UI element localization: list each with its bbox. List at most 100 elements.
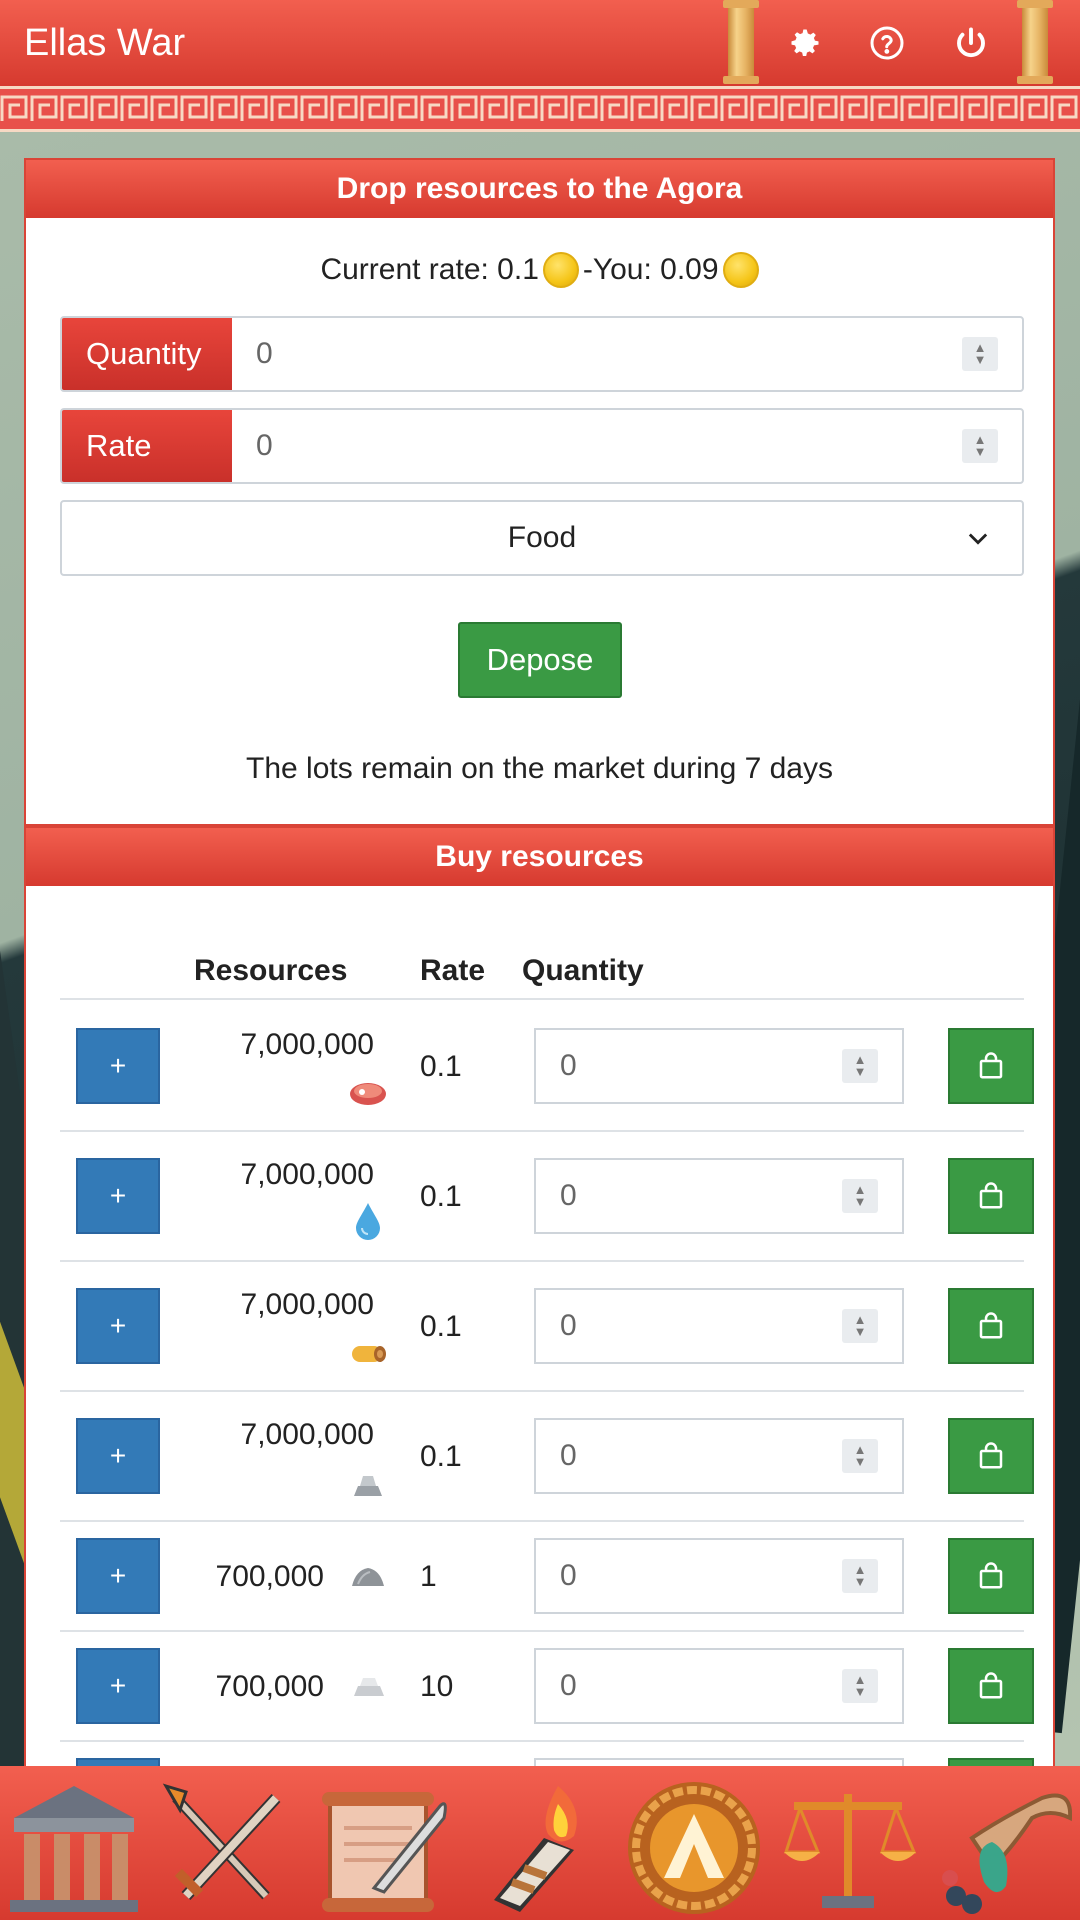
chevron-down-icon	[968, 533, 988, 545]
buy-button[interactable]	[948, 1538, 1034, 1614]
quantity-value: 0	[560, 1309, 577, 1342]
column-header-resources: Resources	[194, 954, 348, 987]
current-rate: Current rate: 0.1 -You: 0.09	[26, 252, 1053, 288]
swords-icon[interactable]	[156, 1778, 296, 1918]
coin-icon	[542, 252, 579, 288]
quantity-stepper[interactable]: ▲ ▼	[842, 1439, 878, 1473]
top-bar: Ellas War	[0, 0, 1080, 86]
column-header-quantity: Quantity	[522, 954, 644, 987]
quantity-input[interactable]: 0 ▲ ▼	[534, 1158, 904, 1234]
rate-value: 1	[420, 1560, 437, 1593]
add-button[interactable]: +	[76, 1158, 160, 1234]
table-row: + 7,000,000 0.1 0 ▲ ▼	[60, 1132, 1034, 1262]
wood-icon	[352, 1346, 386, 1362]
cornucopia-icon[interactable]	[932, 1778, 1072, 1918]
rate-value: 0.1	[420, 1050, 462, 1083]
shopping-bag-icon	[979, 1672, 1003, 1699]
water-icon	[356, 1203, 380, 1240]
shopping-bag-icon	[979, 1442, 1003, 1469]
buy-button[interactable]	[948, 1418, 1034, 1494]
silver-icon	[354, 1678, 384, 1696]
buy-button[interactable]	[948, 1158, 1034, 1234]
quantity-stepper[interactable]: ▲ ▼	[842, 1179, 878, 1213]
table-row: + 7,000,000 0.1 0 ▲ ▼	[60, 1262, 1034, 1392]
rate-value: 0.1	[420, 1440, 462, 1473]
panel-title: Buy resources	[26, 828, 1053, 886]
quantity-input[interactable]: 0 ▲ ▼	[534, 1288, 904, 1364]
depose-button[interactable]: Depose	[458, 622, 622, 698]
quantity-label: Quantity	[62, 318, 232, 390]
rate-input[interactable]: 0	[232, 410, 962, 482]
quantity-value: 0	[560, 1559, 577, 1592]
your-rate-text: -You: 0.09	[582, 253, 719, 286]
resource-select[interactable]: Food	[60, 500, 1024, 576]
market-notice: The lots remain on the market during 7 d…	[246, 752, 833, 785]
shield-icon[interactable]	[624, 1778, 764, 1918]
coin-icon	[722, 252, 759, 288]
quantity-input[interactable]: 0 ▲ ▼	[534, 1538, 904, 1614]
column-icon	[1017, 0, 1053, 84]
resource-amount: 7,000,000	[240, 1418, 374, 1451]
shopping-bag-icon	[979, 1182, 1003, 1209]
drop-resources-panel: Drop resources to the Agora Current rate…	[24, 158, 1055, 826]
quantity-input[interactable]: 0	[232, 318, 962, 390]
help-icon[interactable]	[866, 22, 908, 64]
table-row: + 7,000,000 0.1 0 ▲ ▼	[60, 1002, 1034, 1132]
quantity-value: 0	[560, 1439, 577, 1472]
rate-field[interactable]: Rate 0 ▲ ▼	[60, 408, 1024, 484]
rate-label: Rate	[62, 410, 232, 482]
quantity-stepper[interactable]: ▲ ▼	[842, 1669, 878, 1703]
resource-select-value: Food	[507, 521, 577, 554]
rate-stepper[interactable]: ▲ ▼	[962, 429, 998, 463]
panel-title: Drop resources to the Agora	[26, 160, 1053, 218]
buy-resources-panel: Buy resources Resources Rate Quantity + …	[24, 826, 1055, 1826]
scales-icon[interactable]	[778, 1778, 918, 1918]
quantity-value: 0	[560, 1179, 577, 1212]
buy-button[interactable]	[948, 1648, 1034, 1724]
rate-value: 10	[420, 1670, 454, 1703]
resource-amount: 700,000	[215, 1670, 324, 1703]
quantity-stepper[interactable]: ▲ ▼	[962, 337, 998, 371]
table-row: + 700,000 1 0 ▲ ▼	[60, 1522, 1034, 1632]
app-title: Ellas War	[24, 21, 186, 64]
rate-value: 0.1	[420, 1180, 462, 1213]
add-button[interactable]: +	[76, 1028, 160, 1104]
resource-amount: 7,000,000	[240, 1028, 374, 1061]
buy-button[interactable]	[948, 1028, 1034, 1104]
rate-value: 0.1	[420, 1310, 462, 1343]
quantity-stepper[interactable]: ▲ ▼	[842, 1309, 878, 1343]
shopping-bag-icon	[979, 1562, 1003, 1589]
gear-icon[interactable]	[784, 22, 826, 64]
quantity-stepper[interactable]: ▲ ▼	[842, 1049, 878, 1083]
table-row: + 7,000,000 0.1 0 ▲ ▼	[60, 1392, 1034, 1522]
column-icon	[723, 0, 759, 84]
quantity-input[interactable]: 0 ▲ ▼	[534, 1418, 904, 1494]
add-button[interactable]: +	[76, 1288, 160, 1364]
resource-amount: 7,000,000	[240, 1288, 374, 1321]
add-button[interactable]: +	[76, 1648, 160, 1724]
table-row: + 700,000 10 0 ▲ ▼	[60, 1632, 1034, 1742]
temple-icon[interactable]	[4, 1778, 144, 1918]
greek-key-border	[0, 86, 1080, 132]
quantity-field[interactable]: Quantity 0 ▲ ▼	[60, 316, 1024, 392]
bottom-nav	[0, 1766, 1080, 1920]
iron-icon	[354, 1476, 382, 1496]
resource-amount: 700,000	[215, 1560, 324, 1593]
torch-icon[interactable]	[474, 1778, 614, 1918]
add-button[interactable]: +	[76, 1538, 160, 1614]
quantity-value: 0	[560, 1049, 577, 1082]
resource-amount: 7,000,000	[240, 1158, 374, 1191]
table-header: Resources Rate Quantity	[60, 930, 1024, 1000]
shopping-bag-icon	[979, 1052, 1003, 1079]
quantity-input[interactable]: 0 ▲ ▼	[534, 1648, 904, 1724]
buy-button[interactable]	[948, 1288, 1034, 1364]
power-icon[interactable]	[950, 22, 992, 64]
shopping-bag-icon	[979, 1312, 1003, 1339]
quantity-stepper[interactable]: ▲ ▼	[842, 1559, 878, 1593]
scroll-icon[interactable]	[314, 1778, 454, 1918]
quantity-value: 0	[560, 1669, 577, 1702]
current-rate-text: Current rate: 0.1	[320, 253, 539, 286]
add-button[interactable]: +	[76, 1418, 160, 1494]
stone-icon	[352, 1568, 384, 1586]
quantity-input[interactable]: 0 ▲ ▼	[534, 1028, 904, 1104]
